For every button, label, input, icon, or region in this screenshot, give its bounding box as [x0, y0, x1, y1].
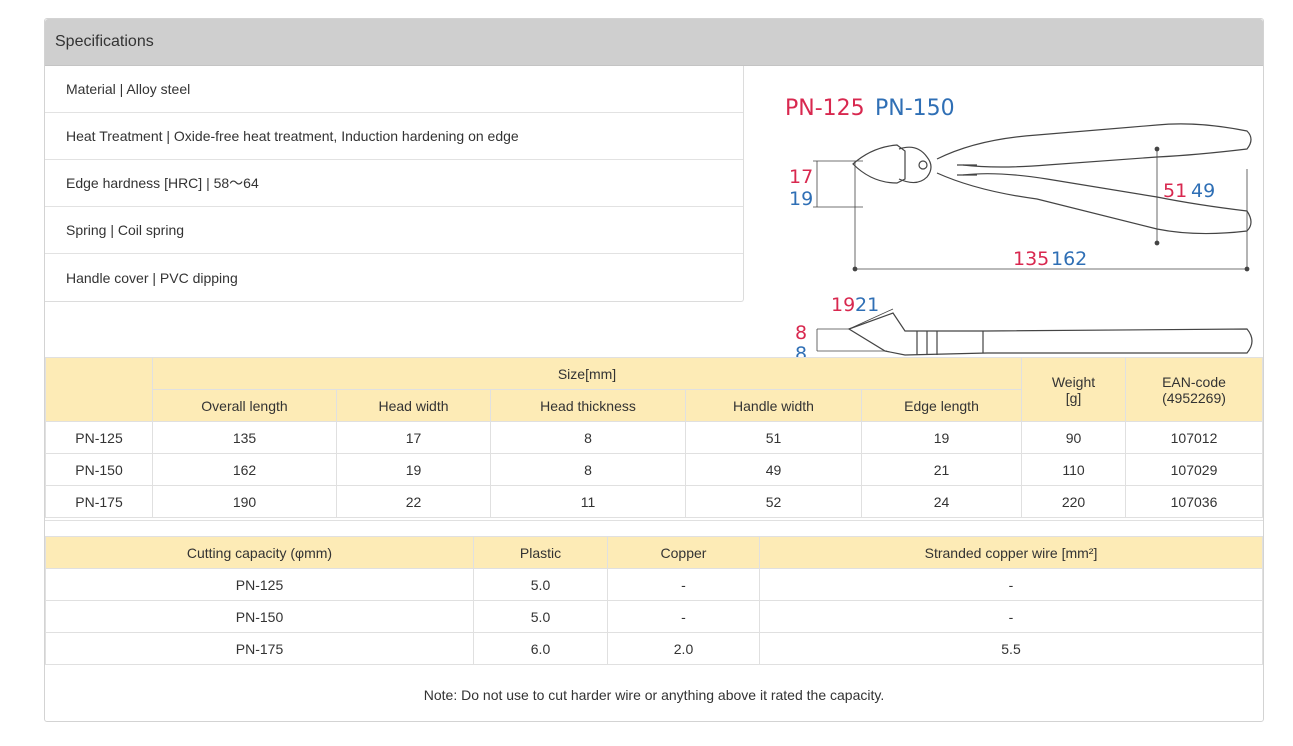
dim-handle-width-a: 51 [1163, 180, 1187, 202]
ean-header: EAN-code (4952269) [1125, 357, 1263, 422]
spec-edge-hardness: Edge hardness [HRC] | 58～64 [45, 160, 743, 207]
divider [45, 520, 1263, 521]
col-plastic: Plastic [473, 536, 608, 569]
spec-list: Material | Alloy steel Heat Treatment | … [45, 66, 744, 302]
col-edge-length: Edge length [861, 389, 1022, 422]
table-row: PN-125 5.0 - - [45, 568, 1263, 601]
spec-handle-cover: Handle cover | PVC dipping [66, 269, 238, 286]
dim-overall-length-b: 162 [1051, 248, 1087, 270]
col-cutting-capacity: Cutting capacity (φmm) [45, 536, 474, 569]
diagram-model-b: PN-150 [875, 96, 955, 121]
col-overall-length: Overall length [152, 389, 337, 422]
dim-head-thickness-a: 8 [795, 322, 807, 344]
dim-overall-length-a: 135 [1013, 248, 1049, 270]
capacity-note: Note: Do not use to cut harder wire or a… [423, 687, 885, 703]
weight-header: Weight [g] [1021, 357, 1126, 422]
size-table: Size[mm] Weight [g] EAN-code (4952269) Ove… [45, 357, 1263, 518]
size-group-header: Size[mm] [152, 357, 1022, 390]
table-row: PN-175 6.0 2.0 5.5 [45, 632, 1263, 665]
diagram-model-a: PN-125 [785, 96, 865, 121]
spec-heat-treatment: Heat Treatment | Oxide-free heat treatme… [45, 113, 743, 160]
size-corner-cell [45, 357, 153, 422]
col-head-width: Head width [336, 389, 491, 422]
spec-spring: Spring | Coil spring [45, 207, 743, 254]
dim-handle-width-b: 49 [1191, 180, 1215, 202]
col-copper: Copper [607, 536, 760, 569]
col-handle-width: Handle width [685, 389, 862, 422]
dim-edge-length-a: 19 [831, 294, 855, 316]
table-row: PN-175 190 22 11 52 24 220 107036 [45, 485, 1263, 518]
dim-head-width-b: 19 [789, 188, 813, 210]
col-head-thickness: Head thickness [490, 389, 686, 422]
panel-title: Specifications [45, 19, 1263, 66]
table-row: PN-150 162 19 8 49 21 110 107029 [45, 453, 1263, 486]
nipper-dimension-diagram: PN-125 PN-150 17 19 51 49 135 162 19 21 … [785, 96, 1253, 359]
dim-head-width-a: 17 [789, 166, 813, 188]
col-stranded-copper: Stranded copper wire [mm²] [759, 536, 1263, 569]
cutting-capacity-table: Cutting capacity (φmm) Plastic Copper St… [45, 536, 1263, 665]
plier-top-view [852, 123, 1252, 235]
table-row: PN-150 5.0 - - [45, 600, 1263, 633]
table-row: PN-125 135 17 8 51 19 90 107012 [45, 421, 1263, 454]
specifications-panel: Specifications Material | Alloy steel He… [44, 18, 1264, 722]
spec-material: Material | Alloy steel [45, 66, 743, 113]
dim-edge-length-b: 21 [855, 294, 879, 316]
plier-side-view [847, 312, 1253, 356]
